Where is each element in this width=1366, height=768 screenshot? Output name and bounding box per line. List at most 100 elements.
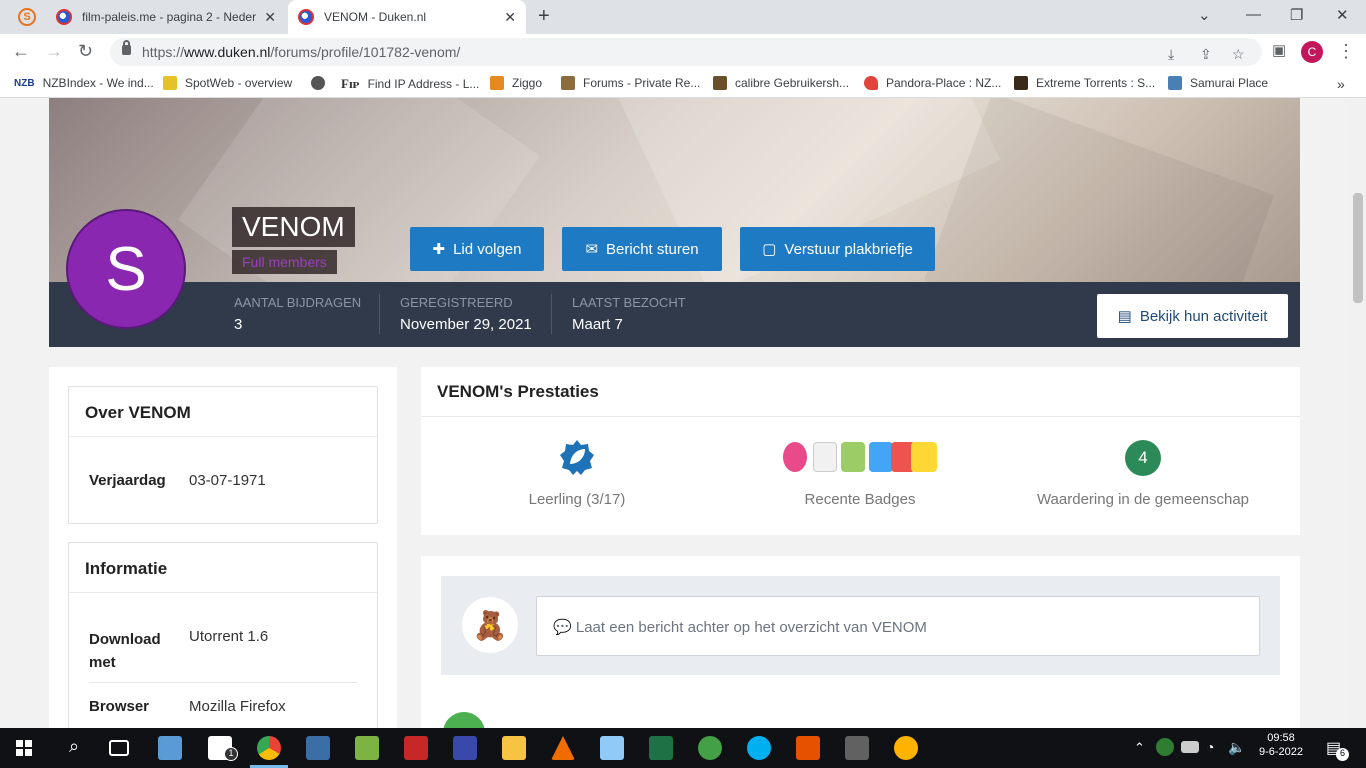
bookmark-calibre[interactable]: calibre Gebruikersh...: [713, 76, 849, 90]
bookmark-extreme[interactable]: Extreme Torrents : S...: [1014, 76, 1155, 90]
side-panel-icon[interactable]: ▣: [1272, 41, 1286, 59]
forward-button[interactable]: →: [45, 41, 63, 62]
back-button[interactable]: ←: [12, 41, 30, 62]
page-scrollbar[interactable]: [1350, 98, 1366, 728]
menu-icon[interactable]: ⋮: [1337, 41, 1355, 62]
bookmark-globe[interactable]: [311, 76, 333, 90]
download-value: Utorrent 1.6: [189, 628, 269, 645]
page-viewport: S VENOM Full members ✚ Lid volgen ✉ Berich…: [0, 98, 1350, 728]
avatar[interactable]: S: [66, 209, 186, 329]
achievements-card: VENOM's Prestaties Leerling (3/17) Recen…: [421, 367, 1300, 535]
install-app-icon[interactable]: ⤓: [1168, 46, 1174, 63]
jet-icon[interactable]: [306, 736, 330, 760]
bookmark-pandora[interactable]: Pandora-Place : NZ...: [864, 76, 1001, 90]
follow-button[interactable]: ✚ Lid volgen: [410, 227, 544, 271]
site-favicon-icon: [298, 9, 314, 25]
mail-count-badge: 1: [224, 747, 238, 761]
sticky-note-button[interactable]: ▢ Verstuur plakbriefje: [740, 227, 935, 271]
windows-taskbar: ⌕ 1 ⌃ ◔ 🔈 09:58 9-6-2022 ▤ 6: [0, 728, 1366, 768]
skype-icon[interactable]: [747, 736, 771, 760]
new-tab-button[interactable]: +: [538, 5, 550, 28]
globe-icon: [311, 76, 325, 90]
about-title: Over VENOM: [69, 387, 377, 437]
vlc-icon[interactable]: [551, 736, 575, 760]
scrollbar-thumb[interactable]: [1353, 193, 1363, 303]
start-button[interactable]: [16, 740, 32, 756]
cartoon-app-icon[interactable]: [894, 736, 918, 760]
bookmark-star-icon[interactable]: ☆: [1232, 46, 1245, 63]
certificate-badge-icon[interactable]: [911, 442, 937, 472]
bookmark-nzbindex[interactable]: NZB NZBIndex - We ind...: [14, 76, 154, 90]
status-message-input[interactable]: 💬 Laat een bericht achter op het overzic…: [536, 596, 1260, 656]
newspaper-icon: ▤: [1117, 308, 1132, 325]
books-icon: [713, 76, 727, 90]
notification-count-badge: 6: [1336, 748, 1349, 761]
excel-icon[interactable]: [649, 736, 673, 760]
clock[interactable]: 09:58 9-6-2022: [1256, 732, 1306, 758]
tab-title: film-paleis.me - pagina 2 - Neder: [82, 10, 257, 24]
battery-icon[interactable]: [1181, 741, 1199, 753]
chrome-icon[interactable]: [257, 736, 281, 760]
forums-icon: [561, 76, 575, 90]
bookmarks-bar: NZB NZBIndex - We ind... SpotWeb - overvi…: [0, 70, 1366, 98]
address-bar[interactable]: https://www.duken.nl/forums/profile/1017…: [110, 38, 1262, 66]
browser-toolbar: ← → ↻ https://www.duken.nl/forums/profil…: [0, 34, 1366, 70]
tab-venom[interactable]: VENOM - Duken.nl ✕: [288, 0, 526, 34]
add-user-icon: ✚: [432, 241, 446, 258]
folder-icon[interactable]: [502, 736, 526, 760]
reload-button[interactable]: ↻: [78, 41, 93, 62]
bookmark-ziggo[interactable]: Ziggo: [490, 76, 542, 90]
wifi-icon[interactable]: ◔: [1206, 739, 1214, 755]
more-bookmarks-icon[interactable]: »: [1337, 76, 1345, 92]
profile-name: VENOM: [232, 207, 355, 247]
media-app-icon[interactable]: [796, 736, 820, 760]
speech-badge-icon[interactable]: [841, 442, 865, 472]
view-activity-button[interactable]: ▤ Bekijk hun activiteit: [1097, 294, 1288, 338]
send-message-button[interactable]: ✉ Bericht sturen: [562, 227, 722, 271]
fip-icon: Fɪᴘ: [341, 76, 360, 91]
utorrent-icon[interactable]: [698, 736, 722, 760]
ftx-icon[interactable]: [355, 736, 379, 760]
volume-icon[interactable]: 🔈: [1228, 739, 1245, 756]
seven-day-badge-icon[interactable]: [813, 442, 837, 472]
calendar-badge-icon[interactable]: [783, 442, 807, 472]
status-feed-card: 🧸 💬 Laat een bericht achter op het overz…: [421, 556, 1300, 728]
tab-search-icon[interactable]: ⌄: [1198, 6, 1211, 24]
comment-icon: 💬: [553, 619, 572, 636]
bear-avatar: 🧸: [462, 597, 518, 653]
feed-avatar: [443, 712, 485, 728]
notepad-icon[interactable]: [158, 736, 182, 760]
app-brackets-icon[interactable]: [453, 736, 477, 760]
bookmark-find-ip[interactable]: Fɪᴘ Find IP Address - L...: [341, 76, 479, 92]
badges-label: Recente Badges: [804, 491, 916, 508]
info-card: Informatie Download met Utorrent 1.6 Bro…: [68, 542, 378, 728]
share-icon[interactable]: ⇪: [1200, 46, 1212, 63]
minimize-button[interactable]: —: [1246, 6, 1261, 23]
samurai-icon: [1168, 76, 1182, 90]
close-tab-icon[interactable]: ✕: [504, 9, 516, 26]
se-app-icon[interactable]: [845, 736, 869, 760]
maximize-button[interactable]: ❐: [1290, 6, 1303, 24]
heart-icon: [864, 76, 878, 90]
extension-s-icon[interactable]: S: [18, 8, 36, 26]
search-icon[interactable]: ⌕: [62, 736, 86, 760]
bookmark-samurai[interactable]: Samurai Place: [1168, 76, 1268, 90]
winmx-icon[interactable]: [404, 736, 428, 760]
ziggo-icon: [490, 76, 504, 90]
close-window-button[interactable]: ✕: [1336, 6, 1349, 24]
bookmark-spotweb[interactable]: SpotWeb - overview: [163, 76, 292, 90]
chat-badge-icon[interactable]: [869, 442, 893, 472]
stat-divider: [379, 294, 380, 334]
rank-label: Leerling (3/17): [528, 491, 626, 508]
bookmark-forums[interactable]: Forums - Private Re...: [561, 76, 700, 90]
tab-film-paleis[interactable]: film-paleis.me - pagina 2 - Neder ✕: [40, 0, 286, 34]
task-view-icon[interactable]: [109, 740, 129, 756]
stat-divider: [551, 294, 552, 334]
mx-tray-icon[interactable]: [1156, 738, 1174, 756]
profile-avatar[interactable]: C: [1301, 41, 1323, 63]
site-favicon-icon: [56, 9, 72, 25]
close-tab-icon[interactable]: ✕: [264, 9, 276, 26]
tab-title: VENOM - Duken.nl: [324, 10, 427, 24]
tray-chevron-icon[interactable]: ⌃: [1134, 740, 1145, 756]
network-tool-icon[interactable]: [600, 736, 624, 760]
